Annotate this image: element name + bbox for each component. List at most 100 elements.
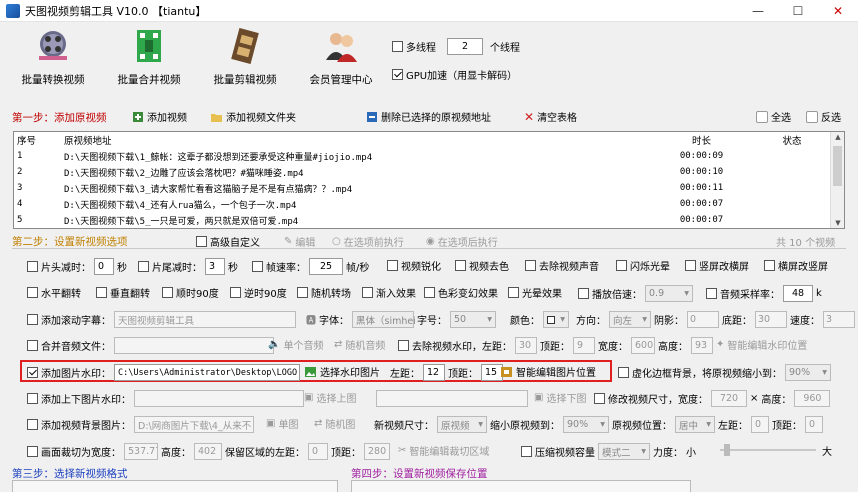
- bg-left-input[interactable]: 0: [751, 416, 769, 433]
- resize-width-input[interactable]: 720: [711, 390, 747, 407]
- strength-slider-thumb[interactable]: [724, 444, 730, 456]
- direction-select[interactable]: 向左 ▾: [609, 311, 651, 328]
- subtitle-checkbox[interactable]: [27, 314, 38, 325]
- table-scrollbar[interactable]: ▲ ▼: [830, 132, 844, 228]
- merge-audio-input[interactable]: [114, 337, 274, 354]
- after-radio[interactable]: ◉ 在选项后执行: [426, 234, 498, 249]
- maximize-button[interactable]: ☐: [778, 0, 818, 22]
- select-bottom-button[interactable]: ▣ 选择下图: [534, 390, 586, 405]
- remove-watermark-checkbox[interactable]: [398, 340, 409, 351]
- gpu-checkbox[interactable]: [392, 69, 403, 80]
- batch-edit-button[interactable]: 批量剪辑视频: [200, 28, 290, 87]
- shrink-select[interactable]: 90% ▾: [563, 416, 609, 433]
- close-button[interactable]: ✕: [818, 0, 858, 22]
- pos-select[interactable]: 居中 ▾: [675, 416, 715, 433]
- scroll-down-icon[interactable]: ▼: [831, 219, 844, 227]
- sample-rate-input[interactable]: 48: [783, 285, 813, 302]
- select-top-button[interactable]: ▣ 选择上图: [304, 390, 356, 405]
- flash-checkbox[interactable]: [616, 260, 627, 271]
- minimize-button[interactable]: —: [738, 0, 778, 22]
- wm-width-input[interactable]: 600: [631, 337, 655, 354]
- head-cut-input[interactable]: 0: [94, 258, 114, 275]
- crop-height-input[interactable]: 402: [194, 443, 222, 460]
- color-picker[interactable]: ▾: [543, 311, 569, 328]
- clear-table-button[interactable]: ✕ 清空表格: [524, 109, 577, 125]
- to-vertical-checkbox[interactable]: [764, 260, 775, 271]
- sharpen-checkbox[interactable]: [387, 260, 398, 271]
- image-watermark-checkbox[interactable]: [27, 367, 38, 378]
- advanced-checkbox[interactable]: [196, 236, 207, 247]
- table-row[interactable]: 3 D:\天图视频下载\3_请大家帮忙看看这猫脑子是不是有点猫病？？.mp4 00:…: [14, 180, 844, 196]
- bottom-image-input[interactable]: [376, 390, 528, 407]
- smart-image-button[interactable]: 智能编辑图片位置: [500, 364, 596, 379]
- single-image-button[interactable]: ▣ 单图: [266, 416, 298, 431]
- subtitle-input[interactable]: 天图视频剪辑工具: [114, 311, 296, 328]
- crop-width-input[interactable]: 537.77: [124, 443, 158, 460]
- resize-height-input[interactable]: 960: [794, 390, 831, 407]
- head-cut-checkbox[interactable]: [27, 261, 38, 272]
- col-duration[interactable]: 时长: [649, 133, 754, 147]
- compress-mode-select[interactable]: 模式二 ▾: [598, 443, 650, 460]
- tail-cut-input[interactable]: 3: [205, 258, 225, 275]
- table-row[interactable]: 4 D:\天图视频下载\4_还有人rua猫么，一个包子一次.mp4 00:00:07: [14, 196, 844, 212]
- col-status[interactable]: 状态: [754, 133, 830, 147]
- wm-left-input[interactable]: 30: [515, 337, 537, 354]
- tail-cut-checkbox[interactable]: [138, 261, 149, 272]
- font-select[interactable]: 黑体（simhei: [352, 311, 416, 328]
- keep-top-input[interactable]: 280: [364, 443, 390, 460]
- fps-checkbox[interactable]: [252, 261, 263, 272]
- cw90-checkbox[interactable]: [162, 287, 173, 298]
- compress-checkbox[interactable]: [521, 446, 532, 457]
- select-watermark-button[interactable]: 选择水印图片: [304, 364, 380, 379]
- crop-checkbox[interactable]: [27, 446, 38, 457]
- glow-checkbox[interactable]: [508, 287, 519, 298]
- vflip-checkbox[interactable]: [96, 287, 107, 298]
- col-index[interactable]: 序号: [14, 133, 64, 147]
- color-change-checkbox[interactable]: [424, 287, 435, 298]
- wm-height-input[interactable]: 93: [691, 337, 713, 354]
- scroll-up-icon[interactable]: ▲: [831, 133, 844, 141]
- bg-path-input[interactable]: D:\网商图片下载\4_从来不: [134, 416, 254, 433]
- keep-left-input[interactable]: 0: [308, 443, 328, 460]
- random-trans-checkbox[interactable]: [297, 287, 308, 298]
- table-row[interactable]: 2 D:\天图视频下载\2_边雕了应该会落枕吧？#猫咪睡姿.mp4 00:00:10: [14, 164, 844, 180]
- new-size-select[interactable]: 原视频 ▾: [437, 416, 487, 433]
- scroll-thumb[interactable]: [833, 146, 842, 186]
- strength-slider[interactable]: [720, 449, 816, 451]
- table-row[interactable]: 1 D:\天图视频下载\1_鲸帐：这辈子都没想到还要承受这种重量#jiojio.m…: [14, 148, 844, 164]
- add-video-button[interactable]: 添加视频: [132, 109, 187, 124]
- scroll-speed-spinner[interactable]: 3: [823, 311, 855, 328]
- col-path[interactable]: 原视频地址: [64, 133, 649, 147]
- format-panel[interactable]: [12, 480, 338, 492]
- bottom-spinner[interactable]: 30: [755, 311, 787, 328]
- invert-selection-button[interactable]: 反选: [806, 109, 841, 124]
- shadow-spinner[interactable]: 0: [687, 311, 719, 328]
- watermark-path-input[interactable]: C:\Users\Administrator\Desktop\LOGO.: [114, 364, 300, 381]
- merge-audio-checkbox[interactable]: [27, 340, 38, 351]
- multithread-checkbox[interactable]: [392, 41, 403, 52]
- batch-convert-button[interactable]: 批量转换视频: [8, 28, 98, 87]
- smart-watermark-button[interactable]: ✦ 智能编辑水印位置: [716, 337, 807, 352]
- select-all-button[interactable]: 全选: [756, 109, 791, 124]
- resize-checkbox[interactable]: [594, 393, 605, 404]
- to-horizontal-checkbox[interactable]: [685, 260, 696, 271]
- wm-top-input[interactable]: 9: [573, 337, 595, 354]
- video-table[interactable]: 序号 原视频地址 时长 状态 1 D:\天图视频下载\1_鲸帐：这辈子都没想到还要…: [13, 131, 845, 229]
- bg-image-checkbox[interactable]: [27, 419, 38, 430]
- bg-top-input[interactable]: 0: [805, 416, 823, 433]
- edit-button[interactable]: ✎ 编辑: [284, 234, 315, 249]
- random-audio-button[interactable]: ⇄ 随机音频: [334, 337, 385, 352]
- add-folder-button[interactable]: 添加视频文件夹: [210, 109, 296, 124]
- speed-select[interactable]: 0.9 ▾: [645, 285, 693, 302]
- sample-rate-checkbox[interactable]: [706, 288, 717, 299]
- fade-in-checkbox[interactable]: [362, 287, 373, 298]
- smart-crop-button[interactable]: ✂ 智能编辑裁切区域: [398, 443, 489, 458]
- before-radio[interactable]: ○ 在选项前执行: [332, 234, 404, 249]
- delete-selected-button[interactable]: 删除已选择的原视频地址: [366, 109, 491, 124]
- member-center-button[interactable]: 会员管理中心: [296, 28, 386, 87]
- table-row[interactable]: 5 D:\天图视频下载\5_一只是可爱，两只就是双倍可爱.mp4 00:00:07: [14, 212, 844, 228]
- thread-count-input[interactable]: 2: [447, 38, 483, 55]
- top-image-input[interactable]: [134, 390, 304, 407]
- hflip-checkbox[interactable]: [27, 287, 38, 298]
- blur-select[interactable]: 90% ▾: [785, 364, 831, 381]
